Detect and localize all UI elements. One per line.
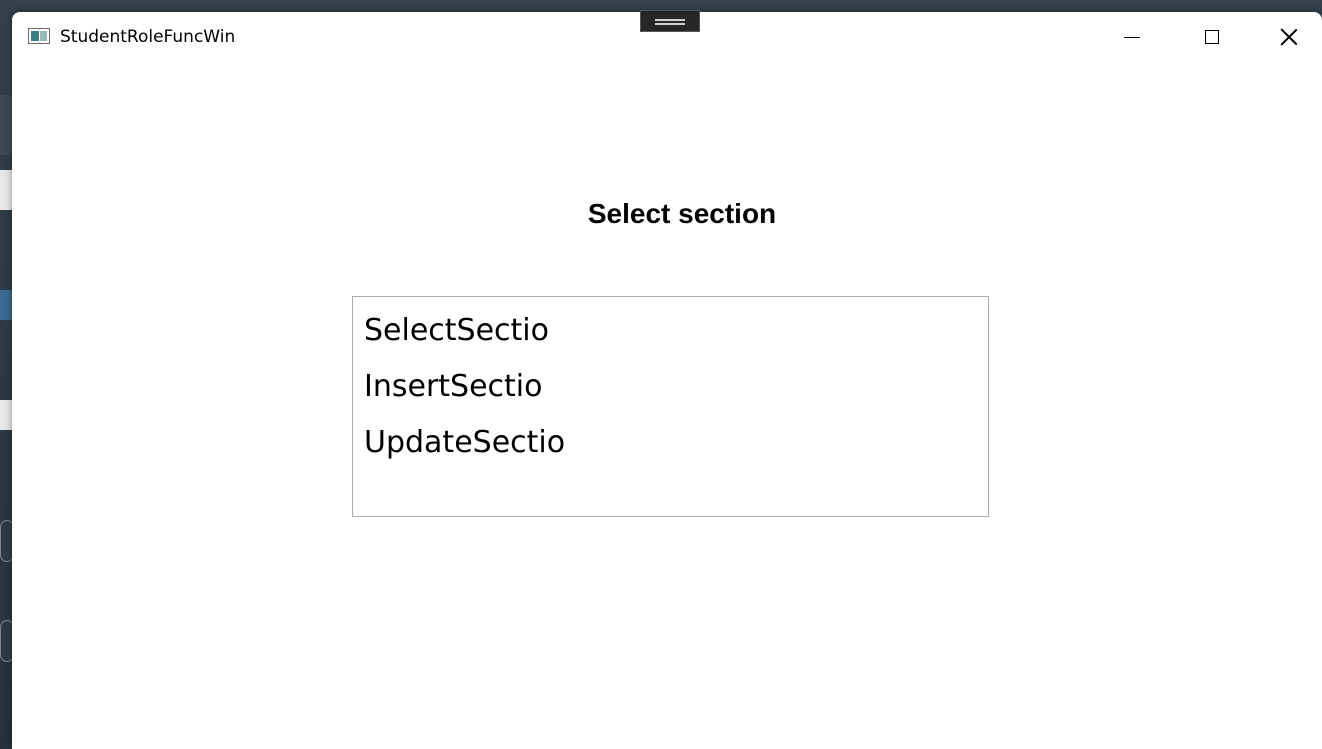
list-item-update-section[interactable]: UpdateSectio [353,415,988,471]
minimize-button[interactable] [1092,12,1172,62]
maximize-button[interactable] [1172,12,1252,62]
app-window: StudentRoleFuncWin Select section Select… [12,12,1322,749]
background-window-edge [0,290,12,320]
background-window-edge [0,95,12,155]
window-title: StudentRoleFuncWin [60,27,236,47]
close-button[interactable] [1249,12,1322,62]
list-item-select-section[interactable]: SelectSectio [353,303,988,359]
close-icon [1280,28,1298,46]
page-heading: Select section [587,198,777,229]
background-window-edge [0,400,12,430]
app-window-icon [28,28,50,44]
background-window-edge [0,170,12,210]
list-item-insert-section[interactable]: InsertSectio [353,359,988,415]
maximize-icon [1205,30,1219,44]
snap-drag-handle[interactable] [640,10,700,32]
section-listbox[interactable]: SelectSectio InsertSectio UpdateSectio [352,296,989,517]
minimize-icon [1124,36,1140,38]
